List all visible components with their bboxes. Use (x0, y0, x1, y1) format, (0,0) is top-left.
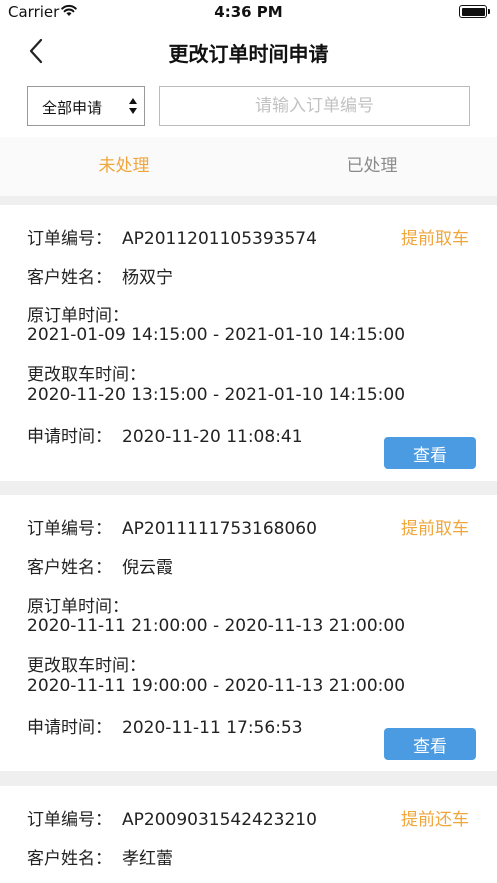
request-type-tag: 提前还车 (401, 810, 469, 830)
nav-bar: 更改订单时间申请 (0, 26, 497, 76)
tab-pending[interactable]: 未处理 (34, 137, 214, 196)
order-number-label: 订单编号： (27, 519, 112, 539)
customer-label: 客户姓名： (27, 558, 112, 578)
apply-time-value: 2020-11-11 17:56:53 (122, 718, 303, 738)
select-value: 全部申请 (42, 99, 103, 117)
customer-name: 倪云霞 (122, 558, 173, 578)
customer-label: 客户姓名： (27, 849, 112, 869)
order-card: 订单编号： AP2009031542423210 提前还车 客户姓名： 孝红蕾 (0, 786, 497, 883)
clock: 4:36 PM (214, 3, 283, 21)
order-number-value: AP2011111753168060 (122, 519, 317, 539)
order-card: 订单编号： AP2011201105393574 提前取车 客户姓名： 杨双宁 原订… (0, 205, 497, 481)
page-title: 更改订单时间申请 (168, 42, 329, 66)
apply-time-row: 申请时间： 2020-11-20 11:08:41 (27, 422, 303, 447)
apply-time-label: 申请时间： (27, 718, 112, 738)
apply-time-value: 2020-11-20 11:08:41 (122, 427, 303, 447)
original-time-label: 原订单时间： (27, 597, 129, 617)
customer-name: 孝红蕾 (122, 849, 173, 869)
order-number-value: AP2009031542423210 (122, 810, 317, 830)
changed-time-label: 更改取车时间： (27, 656, 146, 676)
tab-processed[interactable]: 已处理 (282, 137, 462, 196)
order-number-row: 订单编号： AP2011111753168060 (27, 514, 317, 539)
customer-label: 客户姓名： (27, 268, 112, 288)
status-tabs: 未处理 已处理 (0, 137, 497, 196)
order-number-row: 订单编号： AP2011201105393574 (27, 224, 317, 249)
request-type-tag: 提前取车 (401, 519, 469, 539)
order-number-search-input[interactable] (159, 86, 470, 126)
apply-time-row: 申请时间： 2020-11-11 17:56:53 (27, 713, 303, 738)
filter-bar: 全部申请 (0, 76, 497, 137)
battery-icon (459, 5, 490, 18)
battery-level-fill (461, 7, 485, 16)
original-time-value: 2020-11-11 21:00:00 - 2020-11-13 21:00:0… (27, 616, 406, 636)
order-number-label: 订单编号： (27, 810, 112, 830)
order-number-value: AP2011201105393574 (122, 229, 317, 249)
customer-row: 客户姓名： 杨双宁 (27, 263, 173, 288)
original-time-value: 2021-01-09 14:15:00 - 2021-01-10 14:15:0… (27, 325, 406, 345)
customer-row: 客户姓名： 倪云霞 (27, 553, 173, 578)
apply-time-label: 申请时间： (27, 427, 112, 447)
view-button[interactable]: 查看 (384, 437, 476, 469)
order-number-label: 订单编号： (27, 229, 112, 249)
sort-arrows-icon (129, 98, 137, 114)
changed-time-label: 更改取车时间： (27, 365, 146, 385)
customer-name: 杨双宁 (122, 268, 173, 288)
view-button[interactable]: 查看 (384, 728, 476, 760)
changed-time-value: 2020-11-20 13:15:00 - 2021-01-10 14:15:0… (27, 385, 406, 405)
apply-type-select[interactable]: 全部申请 (27, 86, 145, 126)
changed-time-value: 2020-11-11 19:00:00 - 2020-11-13 21:00:0… (27, 676, 406, 696)
order-number-row: 订单编号： AP2009031542423210 (27, 805, 317, 830)
original-time-label: 原订单时间： (27, 306, 129, 326)
customer-row: 客户姓名： 孝红蕾 (27, 844, 173, 869)
status-bar: Carrier 4:36 PM (0, 0, 497, 26)
order-card: 订单编号： AP2011111753168060 提前取车 客户姓名： 倪云霞 原订… (0, 495, 497, 771)
request-type-tag: 提前取车 (401, 229, 469, 249)
